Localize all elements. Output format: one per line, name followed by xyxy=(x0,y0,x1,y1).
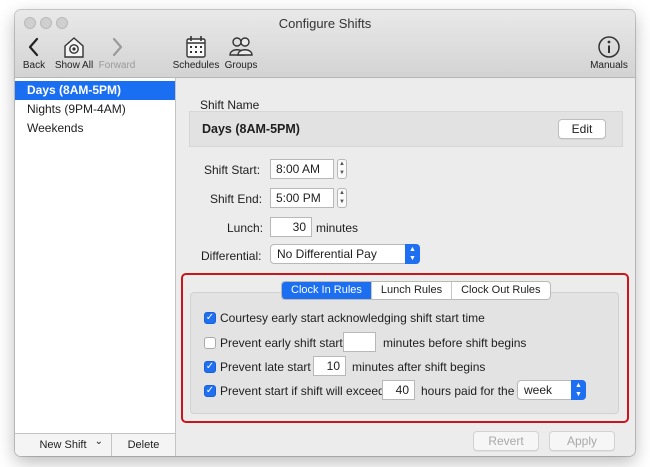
manuals-icon xyxy=(598,36,620,58)
chevron-down-icon: ⌄ xyxy=(94,436,103,447)
rules-tab-control: Clock In Rules Lunch Rules Clock Out Rul… xyxy=(281,281,551,300)
popup-arrows-icon: ▲ ▼ xyxy=(405,244,420,264)
lunch-label: Lunch: xyxy=(227,221,264,235)
schedules-button[interactable]: Schedules xyxy=(172,34,220,71)
forward-icon xyxy=(112,37,123,57)
shift-detail-panel: Shift Name Days (8AM-5PM) Edit Shift Sta… xyxy=(176,78,635,456)
prevent-late-suffix: minutes after shift begins xyxy=(352,360,486,374)
prevent-exceed-suffix: hours paid for the xyxy=(421,384,515,398)
lunch-minutes-field[interactable]: 30 xyxy=(270,217,312,237)
period-select[interactable]: week ▲ ▼ xyxy=(517,380,586,400)
differential-value: No Differential Pay xyxy=(277,247,377,261)
show-all-label: Show All xyxy=(54,60,94,71)
tab-clock-in-rules[interactable]: Clock In Rules xyxy=(282,282,371,299)
schedules-icon xyxy=(186,36,206,58)
prevent-exceed-label: Prevent start if shift will exceed xyxy=(220,384,385,398)
prevent-early-checkbox[interactable] xyxy=(204,337,216,349)
apply-button[interactable]: Apply xyxy=(549,431,615,451)
prevent-late-checkbox[interactable]: ✓ xyxy=(204,361,216,373)
prevent-early-minutes-field[interactable] xyxy=(343,332,376,352)
back-button[interactable]: Back xyxy=(20,34,48,71)
edit-button[interactable]: Edit xyxy=(558,119,606,139)
new-shift-button[interactable]: New Shift ⌄ xyxy=(15,434,111,456)
prevent-early-label: Prevent early shift start xyxy=(220,336,343,350)
shift-name-value: Days (8AM-5PM) xyxy=(202,122,300,136)
prevent-early-suffix: minutes before shift begins xyxy=(383,336,527,350)
differential-select[interactable]: No Differential Pay ▲ ▼ xyxy=(270,244,420,264)
period-value: week xyxy=(524,383,553,397)
shift-end-stepper[interactable]: ▲ ▼ xyxy=(337,188,347,208)
differential-label: Differential: xyxy=(201,249,262,263)
shift-end-label: Shift End: xyxy=(210,192,263,206)
shift-list-item[interactable]: Days (8AM-5PM) xyxy=(15,81,175,100)
sidebar-footer: New Shift ⌄ Delete xyxy=(15,433,175,456)
back-icon xyxy=(28,37,39,57)
manuals-label: Manuals xyxy=(590,60,628,71)
groups-button[interactable]: Groups xyxy=(222,34,260,71)
schedules-label: Schedules xyxy=(172,60,220,71)
configure-shifts-window: Configure Shifts Back Show All Forward S… xyxy=(15,10,635,456)
show-all-button[interactable]: Show All xyxy=(53,34,95,71)
show-all-icon xyxy=(64,37,84,58)
delete-button[interactable]: Delete xyxy=(112,434,175,456)
shift-start-label: Shift Start: xyxy=(204,163,261,177)
back-label: Back xyxy=(22,60,46,71)
shift-list: Days (8AM-5PM) Nights (9PM-4AM) Weekends xyxy=(15,78,175,138)
titlebar: Configure Shifts Back Show All Forward S… xyxy=(15,10,635,78)
lunch-unit-label: minutes xyxy=(316,221,359,235)
shift-end-field[interactable]: 5:00 PM xyxy=(270,188,334,208)
shift-list-item[interactable]: Weekends xyxy=(15,119,175,138)
shift-list-sidebar: Days (8AM-5PM) Nights (9PM-4AM) Weekends… xyxy=(15,78,176,456)
new-shift-label: New Shift xyxy=(39,439,87,451)
shift-list-item[interactable]: Nights (9PM-4AM) xyxy=(15,100,175,119)
prevent-late-minutes-field[interactable]: 10 xyxy=(313,356,346,376)
popup-arrows-icon: ▲ ▼ xyxy=(571,380,586,400)
shift-name-box: Days (8AM-5PM) Edit xyxy=(189,111,623,147)
groups-icon xyxy=(229,37,253,56)
prevent-exceed-hours-field[interactable]: 40 xyxy=(382,380,415,400)
groups-label: Groups xyxy=(224,60,258,71)
prevent-late-label: Prevent late start xyxy=(220,360,311,374)
shift-start-field[interactable]: 8:00 AM xyxy=(270,159,334,179)
window-title: Configure Shifts xyxy=(278,16,372,31)
prevent-exceed-checkbox[interactable]: ✓ xyxy=(204,385,216,397)
forward-label: Forward xyxy=(98,60,136,71)
revert-button[interactable]: Revert xyxy=(473,431,539,451)
tab-lunch-rules[interactable]: Lunch Rules xyxy=(370,282,451,299)
courtesy-checkbox[interactable]: ✓ xyxy=(204,312,216,324)
shift-start-stepper[interactable]: ▲ ▼ xyxy=(337,159,347,179)
forward-button[interactable]: Forward xyxy=(98,34,136,71)
shift-name-heading: Shift Name xyxy=(200,98,260,112)
tab-clock-out-rules[interactable]: Clock Out Rules xyxy=(451,282,549,299)
manuals-button[interactable]: Manuals xyxy=(588,34,630,71)
courtesy-label: Courtesy early start acknowledging shift… xyxy=(220,311,485,325)
